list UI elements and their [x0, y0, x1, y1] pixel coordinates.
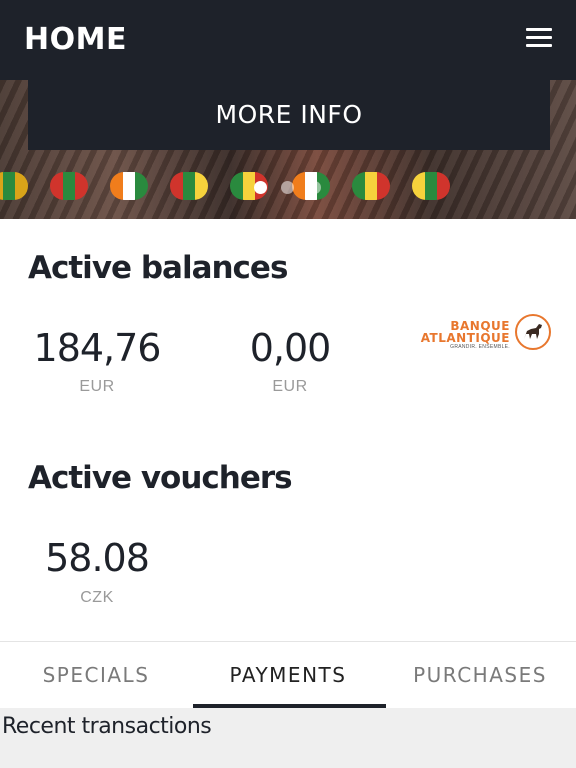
- tab-specials[interactable]: SPECIALS: [0, 642, 192, 708]
- recent-transactions-label: Recent transactions: [2, 714, 212, 739]
- flag-icon: [352, 172, 390, 200]
- bank-logo: BANQUE ATLANTIQUE GRANDIR. ENSEMBLE.: [414, 313, 552, 351]
- balance-amount: 184,76: [33, 326, 162, 370]
- voucher-amount: 58.08: [45, 536, 150, 580]
- balance-currency: EUR: [272, 378, 308, 395]
- active-balances-heading: Active balances: [28, 250, 288, 286]
- flag-icon: [50, 172, 88, 200]
- carousel-dot[interactable]: [308, 181, 321, 194]
- logo-tagline: GRANDIR. ENSEMBLE.: [450, 344, 510, 350]
- app-header: HOME: [0, 0, 576, 80]
- flag-icon: [110, 172, 148, 200]
- carousel-dot[interactable]: [281, 181, 294, 194]
- active-vouchers-heading: Active vouchers: [28, 460, 293, 496]
- balance-currency: EUR: [79, 378, 115, 395]
- hamburger-menu-icon[interactable]: [526, 28, 552, 48]
- page-title: HOME: [24, 22, 127, 57]
- flag-icon: [0, 172, 28, 200]
- tab-bar: SPECIALS PAYMENTS PURCHASES: [0, 641, 576, 708]
- tab-payments[interactable]: PAYMENTS: [192, 642, 384, 708]
- carousel-dot-active[interactable]: [254, 181, 267, 194]
- carousel-dots: [254, 181, 321, 194]
- logo-line2: ATLANTIQUE: [420, 331, 510, 345]
- horse-icon: [515, 314, 551, 350]
- flag-icon: [412, 172, 450, 200]
- flag-icon: [170, 172, 208, 200]
- tab-purchases[interactable]: PURCHASES: [384, 642, 576, 708]
- balance-amount: 0,00: [249, 326, 332, 370]
- voucher-currency: CZK: [80, 589, 114, 606]
- more-info-button[interactable]: MORE INFO: [28, 78, 550, 150]
